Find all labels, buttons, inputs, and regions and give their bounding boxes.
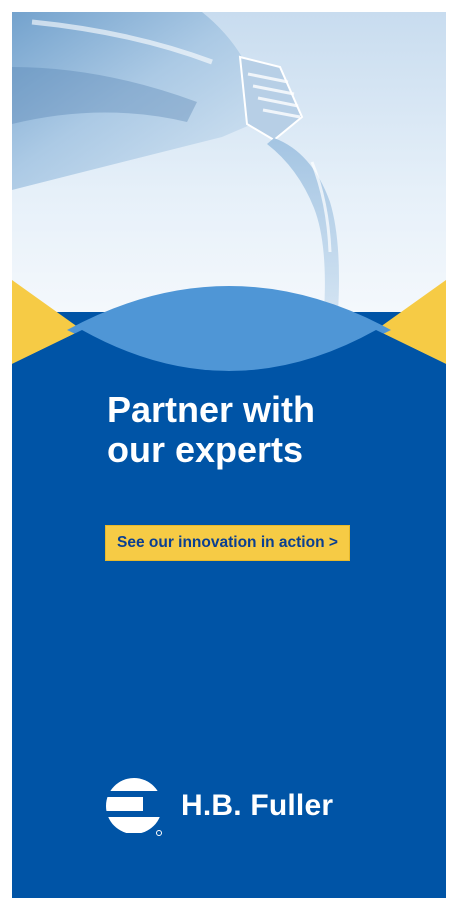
headline-line-2: our experts xyxy=(107,429,304,470)
headline: Partner with our experts xyxy=(107,390,407,470)
brand-name: H.B. Fuller xyxy=(181,789,334,822)
wave-divider xyxy=(12,252,446,372)
hb-fuller-logo-icon xyxy=(105,775,163,837)
see-innovation-button[interactable]: See our innovation in action > xyxy=(105,525,350,561)
banner-ad[interactable]: Partner with our experts See our innovat… xyxy=(12,12,446,898)
brand-logo[interactable]: H.B. Fuller xyxy=(105,774,333,838)
headline-line-1: Partner with xyxy=(107,389,316,430)
